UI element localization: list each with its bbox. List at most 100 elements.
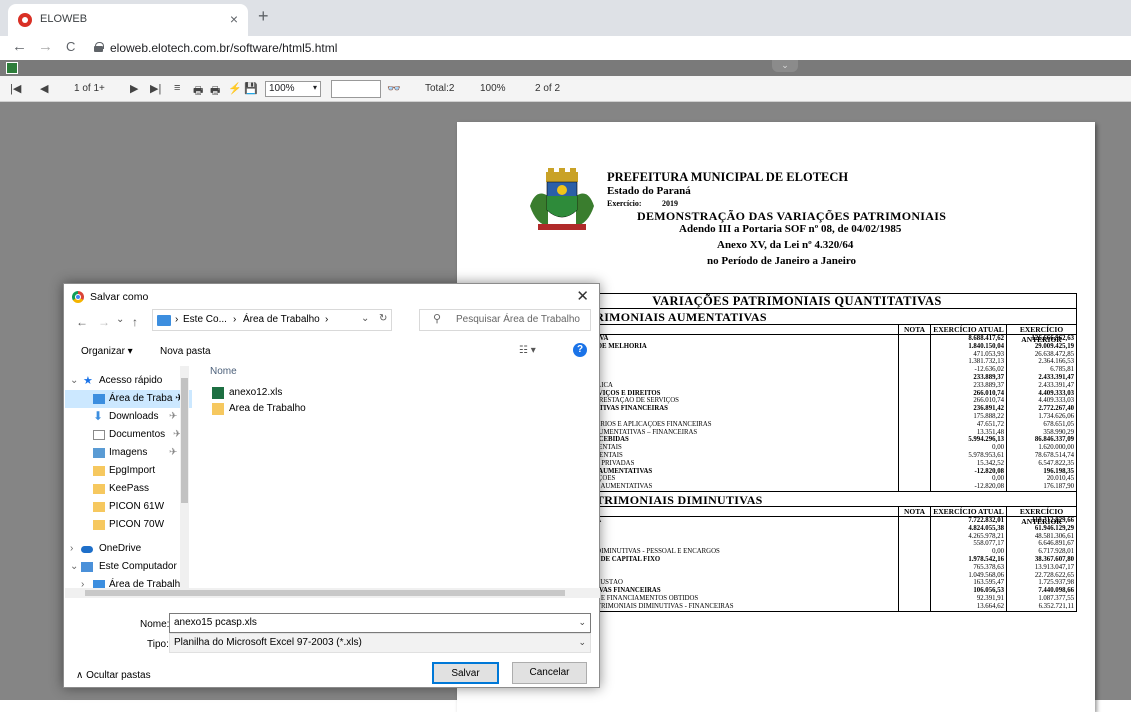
row-nota xyxy=(898,532,930,541)
row-exercicio-anterior: 20.010,45 xyxy=(1006,475,1076,484)
nav-este-computador[interactable]: ⌄ Este Computador xyxy=(65,558,192,576)
row-exercicio-atual: 1.049.568,06 xyxy=(930,571,1006,580)
nav-area-de-trabalho[interactable]: Área de Traba ✈ xyxy=(65,390,192,408)
filename-input[interactable]: anexo15 pcasp.xls ⌄ xyxy=(169,613,591,633)
row-exercicio-anterior: 2.433.391,47 xyxy=(1006,381,1076,390)
report-toolbar: |◀ ◀ 1 of 1+ ▶ ▶| ≡ 🖶 🖶 ⚡ 💾 100% ▾ 👓 Tot… xyxy=(0,76,1131,102)
chevron-down-icon[interactable]: ⌄ xyxy=(578,617,586,628)
nav-downloads[interactable]: ⬇ Downloads ✈ xyxy=(65,408,192,426)
row-exercicio-atual: 1.840.150,04 xyxy=(930,342,1006,351)
col-exercicio-atual: EXERCÍCIO ATUAL xyxy=(930,506,1006,517)
export-icon[interactable]: ⚡ xyxy=(228,82,242,95)
forward-arrow-icon[interactable]: → xyxy=(98,315,110,329)
row-exercicio-atual: 5.978.953,61 xyxy=(930,451,1006,460)
back-arrow-icon[interactable]: ← xyxy=(12,38,27,55)
row-exercicio-atual: 7.722.832,01 xyxy=(930,516,1006,525)
table-row: O DE ILUMINAÇÃO PÚBLICA233.889,372.433.3… xyxy=(518,381,1076,390)
lock-icon[interactable] xyxy=(94,42,104,52)
aumentativas-title: IAÇÕES PATRIMONIAIS AUMENTATIVAS xyxy=(518,309,1076,325)
browser-tab[interactable]: ELOWEB × xyxy=(8,4,248,36)
breadcrumb-este-computador[interactable]: Este Co... xyxy=(183,314,227,325)
row-exercicio-atual: 175.888,22 xyxy=(930,412,1006,421)
print-icon[interactable]: 🖶 xyxy=(193,82,203,101)
table-row: TRIMONIAIS AUMENTATIVAS FINANCEIRAS236.8… xyxy=(518,405,1076,413)
folder-icon xyxy=(93,502,105,512)
cloud-icon xyxy=(81,546,93,553)
row-exercicio-anterior: 7.440.098,66 xyxy=(1006,587,1076,595)
next-page-icon[interactable]: ▶ xyxy=(130,82,138,95)
organize-button[interactable]: Organizar ▾ xyxy=(81,346,133,357)
nav-keepass[interactable]: KeePass xyxy=(65,480,192,498)
table-row: TRIMONIAIS DIMINUTIVAS FINANCEIRAS106.05… xyxy=(518,587,1076,595)
breadcrumb-area-de-trabalho[interactable]: Área de Trabalho xyxy=(243,314,320,325)
org-name: PREFEITURA MUNICIPAL DE ELOTECH xyxy=(607,170,849,184)
view-options-icon[interactable]: ☷ ▾ xyxy=(519,345,536,356)
find-binoculars-icon[interactable]: 👓 xyxy=(387,82,401,95)
hide-folders-toggle[interactable]: ∧ Ocultar pastas xyxy=(76,670,151,681)
stop-icon[interactable]: ≡ xyxy=(174,82,180,94)
nav-picon-61w[interactable]: PICON 61W xyxy=(65,498,192,516)
report-title: DEMONSTRAÇÃO DAS VARIAÇÕES PATRIMONIAIS xyxy=(637,209,947,223)
new-tab-button[interactable]: + xyxy=(258,6,269,27)
cancel-button[interactable]: Cancelar xyxy=(512,662,587,684)
nav-scrollbar[interactable] xyxy=(180,366,189,592)
nav-picon-70w[interactable]: PICON 70W xyxy=(65,516,192,534)
aumentativas-rows: RIMONIAL AUMENTATIVA8.688.417,62126.666.… xyxy=(518,335,1076,491)
help-icon[interactable]: ? xyxy=(573,343,587,357)
table-row: RIAL DE CONSUMO765.378,6313.913.047,17 xyxy=(518,563,1076,572)
report-subtitle-1: Adendo III a Portaria SOF nº 08, de 04/0… xyxy=(679,223,902,235)
save-report-icon[interactable]: 💾 xyxy=(244,82,258,95)
find-input[interactable] xyxy=(331,80,381,98)
recent-locations-icon[interactable]: ⌄ xyxy=(116,314,124,325)
col-exercicio-anterior: EXERCÍCIO ANTERIOR xyxy=(1006,506,1076,526)
chevron-down-icon: ⌄ xyxy=(578,637,586,647)
horizontal-scrollbar[interactable] xyxy=(65,588,600,598)
row-exercicio-anterior: 4.409.333,03 xyxy=(1006,389,1076,398)
tab-close-icon[interactable]: × xyxy=(230,11,238,27)
collapse-chevron-icon[interactable]: ⌄ xyxy=(772,60,798,72)
breadcrumb[interactable]: › Este Co... › Área de Trabalho › ⌄ ↻ xyxy=(152,309,392,331)
variations-table: VARIAÇÕES PATRIMONIAIS QUANTITATIVAS IAÇ… xyxy=(517,293,1077,612)
filetype-select[interactable]: Planilha do Microsoft Excel 97-2003 (*.x… xyxy=(169,633,591,653)
row-nota xyxy=(898,594,930,603)
nav-acesso-rapido[interactable]: ⌄ ★ Acesso rápido xyxy=(65,372,192,390)
row-exercicio-atual: 236.891,42 xyxy=(930,405,1006,413)
zoom-select[interactable]: 100% ▾ xyxy=(265,81,321,97)
up-arrow-icon[interactable]: ↑ xyxy=(132,315,138,329)
row-exercicio-atual: 266.010,74 xyxy=(930,389,1006,398)
prev-page-icon[interactable]: ◀ xyxy=(40,82,48,95)
row-nota xyxy=(898,524,930,533)
row-exercicio-anterior: 6.547.822,35 xyxy=(1006,459,1076,468)
nav-epgimport[interactable]: EpgImport xyxy=(65,462,192,480)
new-folder-button[interactable]: Nova pasta xyxy=(160,346,211,357)
back-arrow-icon[interactable]: ← xyxy=(76,315,88,329)
table-row: IAS E DELEGAÇÕES RECEBIDAS5.994.296,1386… xyxy=(518,436,1076,445)
reload-icon[interactable]: C xyxy=(66,39,75,54)
refresh-icon[interactable]: ↻ xyxy=(379,313,387,324)
table-row: O, AMORTIZAÇÃO E EXAUSTÃO163.595,471.725… xyxy=(518,579,1076,588)
first-page-icon[interactable]: |◀ xyxy=(10,82,21,95)
viewer-logo-icon xyxy=(6,62,18,74)
computer-icon xyxy=(81,562,93,572)
close-icon[interactable]: ✕ xyxy=(576,287,589,305)
print-setup-icon[interactable]: 🖶 xyxy=(210,82,220,101)
row-exercicio-anterior: 6.646.891,67 xyxy=(1006,540,1076,549)
url-field[interactable]: eloweb.elotech.com.br/software/html5.htm… xyxy=(110,41,337,55)
nav-imagens[interactable]: Imagens ✈ xyxy=(65,444,192,462)
table-row: AÇÕES PATRIMONIAIS AUMENTATIVAS – FINANC… xyxy=(518,428,1076,437)
pin-icon: ✈ xyxy=(169,447,178,458)
save-button[interactable]: Salvar xyxy=(432,662,499,684)
zoom-value: 100% xyxy=(269,83,295,94)
chevron-down-icon[interactable]: ⌄ xyxy=(361,313,369,324)
table-row: ÃO A PESSOAL4.265.978,2148.581.306,61 xyxy=(518,532,1076,541)
search-input[interactable]: ⚲ Pesquisar Área de Trabalho xyxy=(419,309,591,331)
column-header-name[interactable]: Nome xyxy=(210,366,237,377)
folder-icon xyxy=(93,484,105,494)
nav-onedrive[interactable]: › OneDrive xyxy=(65,540,192,558)
row-exercicio-atual: 13.664,62 xyxy=(930,602,1006,611)
row-nota xyxy=(898,350,930,359)
last-page-icon[interactable]: ▶| xyxy=(150,82,161,95)
row-exercicio-anterior: 86.846.337,09 xyxy=(1006,436,1076,445)
nav-documentos[interactable]: Documentos ✈ xyxy=(65,426,192,444)
forward-arrow-icon[interactable]: → xyxy=(38,38,53,55)
